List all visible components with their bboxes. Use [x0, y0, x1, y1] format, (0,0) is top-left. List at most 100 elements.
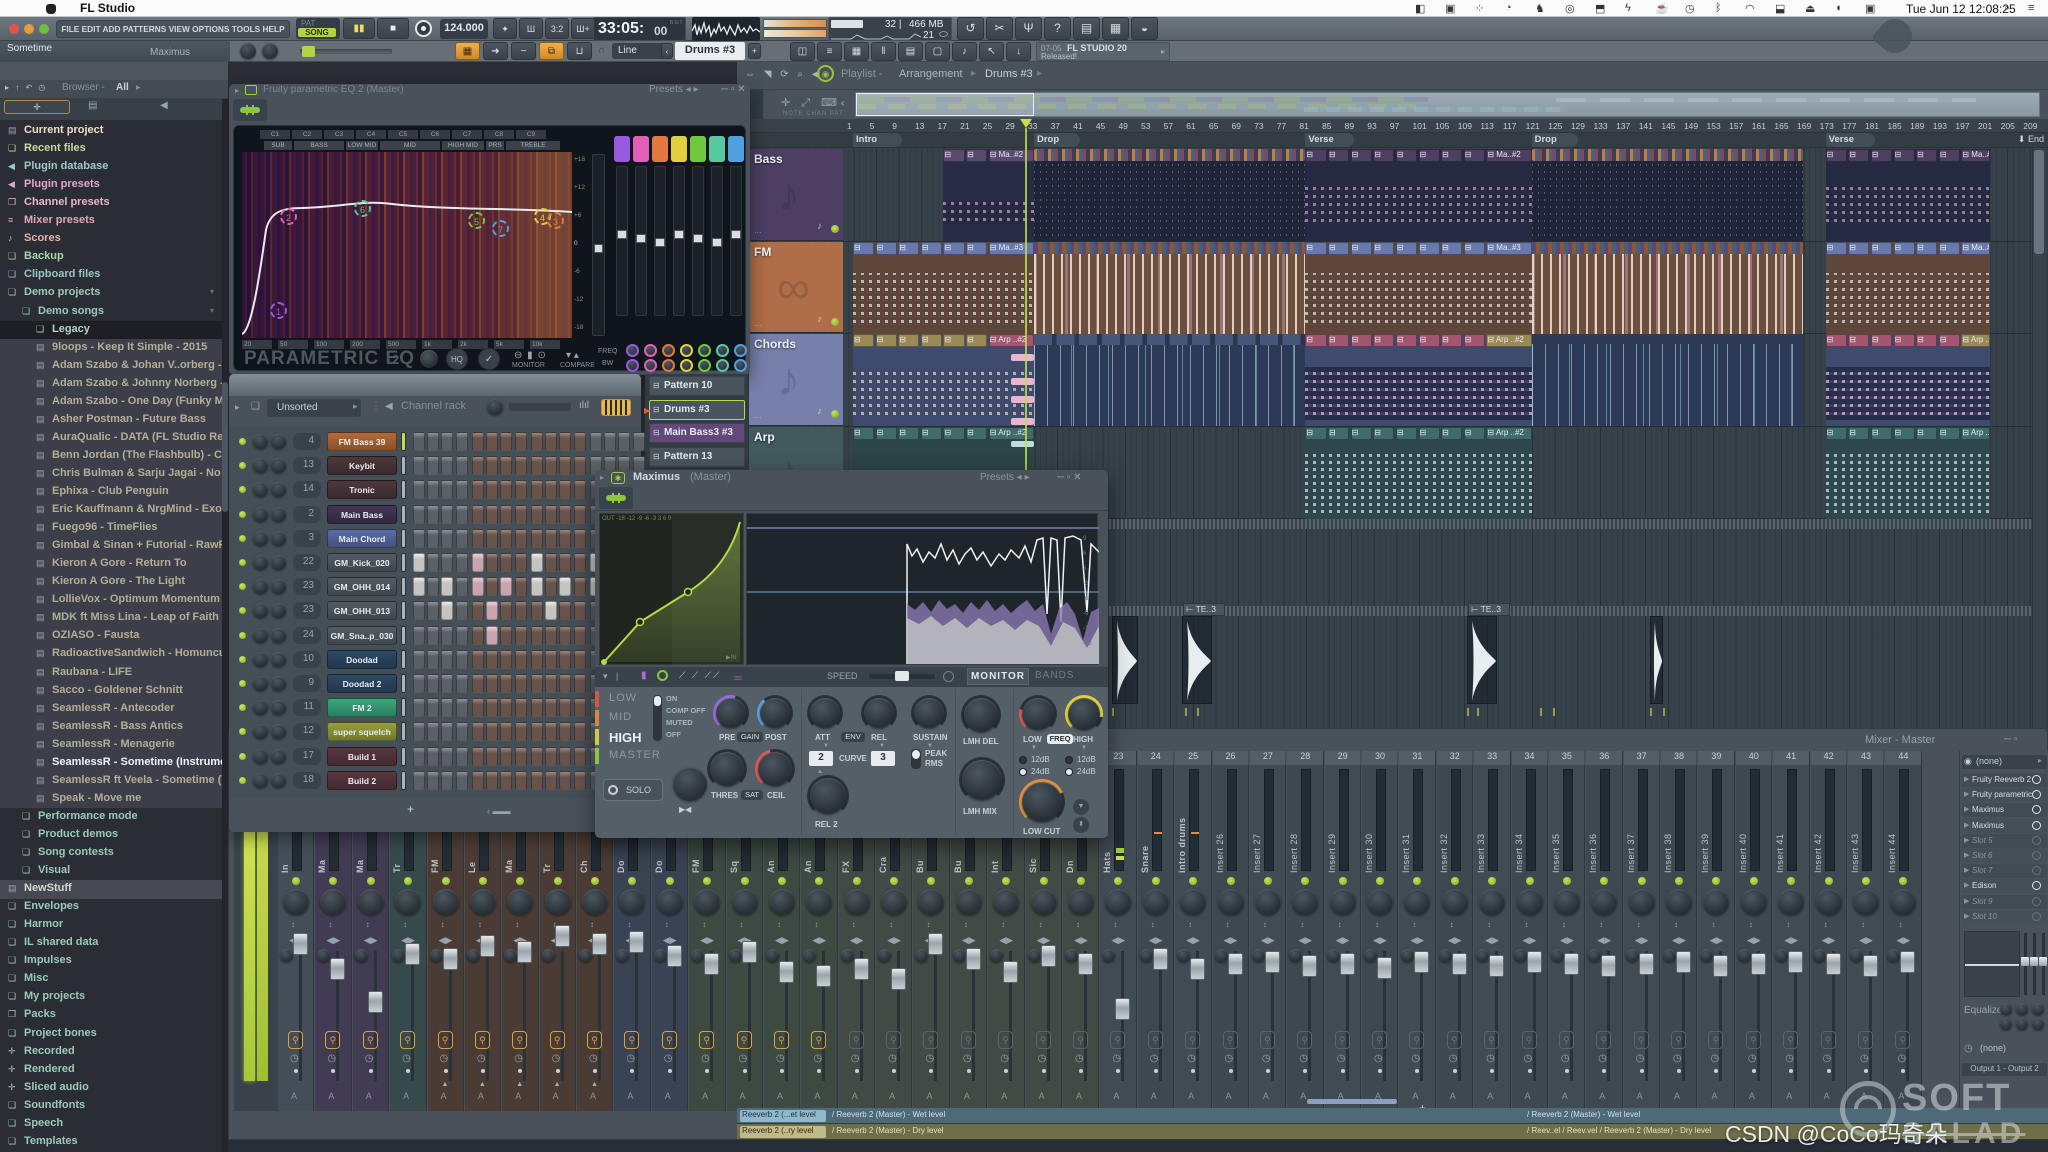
mixer-strip-stereo-knob[interactable] — [1027, 949, 1041, 962]
channel-number[interactable]: 2 — [293, 505, 321, 523]
eq-freq-knob-7[interactable] — [734, 344, 747, 357]
audio-clip[interactable]: ⊢ TE..3 — [1182, 603, 1225, 704]
clip-header[interactable]: ⊟ — [1350, 334, 1372, 347]
channel-pan-knob[interactable] — [253, 651, 268, 667]
mixer-strip-clock-icon[interactable]: ◷ — [813, 1053, 822, 1064]
mixer-strip-stereo-knob[interactable] — [1849, 949, 1863, 962]
mixer-strip-stereo-knob[interactable] — [392, 949, 406, 962]
browser-item[interactable]: ❏ Speech — [0, 1115, 222, 1134]
maximus-low-12db[interactable]: 12dB — [1019, 755, 1063, 766]
mixer-strip-fader-handle[interactable] — [554, 925, 570, 947]
mixer-strip-pan-icon[interactable]: ◀▶ — [1298, 935, 1312, 946]
clip-header[interactable]: ⊟ — [1305, 241, 1327, 255]
browser-item[interactable]: ❏ Soundfonts — [0, 1097, 222, 1116]
mixer-strip-pan-icon[interactable]: ◀▶ — [1448, 935, 1462, 946]
channel-pan-knob[interactable] — [253, 506, 268, 522]
clip-header[interactable]: ⊟ — [1305, 149, 1327, 162]
eq-band-slider-handle[interactable] — [636, 234, 646, 243]
toolbar-icon-b3[interactable]: ? — [1044, 17, 1071, 40]
step-cell[interactable] — [455, 456, 468, 476]
browser-item[interactable]: ▤ Ephixa - Club Penguin — [0, 483, 222, 502]
mixer-strip-volume-knob[interactable] — [1628, 889, 1655, 915]
step-cell[interactable] — [441, 577, 454, 597]
traffic-light-close[interactable] — [9, 24, 19, 34]
maximus-window-buttons[interactable]: ─ ▫ ✕ — [1057, 472, 1082, 483]
mixer-strip-fader-track[interactable] — [971, 951, 975, 1081]
channel-pan-knob[interactable] — [253, 482, 268, 498]
channel-vol-knob[interactable] — [271, 748, 286, 764]
mixer-strip-clock-icon[interactable]: ◷ — [1411, 1053, 1420, 1064]
mixer-strip-updown-icon[interactable]: ↕ — [1001, 921, 1005, 929]
mixer-strip-stereo-knob[interactable] — [878, 949, 892, 962]
fx-eq-knob-1[interactable] — [2016, 1003, 2028, 1015]
mixer-strip-pan-icon[interactable]: ◀▶ — [1373, 935, 1387, 946]
step-cell[interactable] — [427, 698, 440, 718]
mixer-strip-fader-handle[interactable] — [1414, 951, 1430, 973]
mixer-strip-led[interactable] — [1861, 877, 1870, 885]
eq-band-cap-3[interactable] — [652, 136, 668, 162]
mixer-strip-led[interactable] — [1189, 877, 1198, 885]
mixer-strip-updown-icon[interactable]: ↕ — [814, 921, 818, 929]
mixer-strip-fader-handle[interactable] — [592, 933, 608, 955]
rack-collapse-icon[interactable]: ▸ — [235, 402, 240, 413]
clip-header[interactable]: ⊟ — [1418, 426, 1440, 440]
step-cell[interactable] — [573, 649, 586, 669]
mixer-strip-volume-knob[interactable] — [1217, 889, 1244, 915]
mixer-strip-fader-handle[interactable] — [629, 931, 645, 953]
mixer-strip-updown-icon[interactable]: ↕ — [702, 921, 706, 929]
clip-header[interactable]: ⊟ — [1893, 149, 1915, 162]
channel-led[interactable] — [239, 728, 246, 736]
clip-header[interactable]: ⊟ — [920, 426, 942, 440]
mixer-strip-stereo-knob[interactable] — [1177, 949, 1191, 962]
browser-item[interactable]: ❏ My projects — [0, 988, 222, 1007]
channel-selector[interactable] — [401, 625, 406, 645]
pattern-add-button[interactable]: + — [748, 43, 761, 59]
mixer-strip-pan-icon[interactable]: ◀▶ — [1074, 935, 1088, 946]
mixer-strip-pan-icon[interactable]: ◀▶ — [1822, 935, 1836, 946]
step-cell[interactable] — [472, 456, 484, 476]
channel-led[interactable] — [239, 534, 246, 542]
toolbar2-icon-4[interactable]: ⊔ — [567, 42, 592, 60]
mixer-strip-clock-icon[interactable]: ◷ — [739, 1053, 748, 1064]
mixer-strip[interactable]: 27 Insert 27 ↕ ◀▶ ⚲ ◷ A — [1249, 751, 1287, 1111]
mixer-strip-led[interactable] — [1899, 877, 1908, 885]
fx-slot-knob[interactable] — [2032, 896, 2041, 906]
channel-pan-knob[interactable] — [253, 676, 268, 691]
step-cell[interactable] — [514, 601, 527, 621]
mixer-strip-name[interactable]: Insert 31 — [1401, 767, 1411, 873]
rack-channel-row[interactable]: 4 FM Bass 39 — [229, 430, 645, 453]
browser-item[interactable]: ❏ Misc — [0, 970, 222, 989]
toolbar-icon-a3[interactable]: Ш+ — [571, 18, 595, 39]
mixer-strip-fader-track[interactable] — [934, 951, 938, 1081]
fx-eq-slider-handle[interactable] — [2021, 957, 2029, 966]
mixer-strip-name[interactable]: Snare — [1140, 767, 1150, 873]
eq-freq-knob-5[interactable] — [698, 344, 711, 357]
playlist-crumb1[interactable]: Arrangement — [899, 68, 963, 80]
eq-presets-label[interactable]: Presets ◂ ▸ — [649, 84, 699, 95]
step-cell[interactable] — [472, 698, 484, 718]
tray-icon-5[interactable]: ◎ — [1565, 2, 1575, 15]
step-cell[interactable] — [427, 649, 440, 669]
clip-header[interactable]: ⊟ — [898, 334, 920, 347]
clip-header[interactable]: ⊟ — [1373, 426, 1395, 440]
channel-led[interactable] — [239, 704, 246, 712]
step-cell[interactable] — [531, 504, 543, 524]
clip-header[interactable]: ⊟ — [853, 426, 875, 440]
maximus-speed-handle[interactable] — [895, 671, 909, 681]
clip-header[interactable]: ⊟ — [1463, 426, 1485, 440]
mixer-strip-clock-icon[interactable]: ◷ — [1225, 1053, 1234, 1064]
browser-item[interactable]: ▤RadioactiveSandwich - Homunculus — [0, 645, 222, 664]
clip-header[interactable]: ⊟ — [966, 334, 988, 347]
mixer-window-buttons[interactable]: ─ ▫ — [2004, 734, 2017, 745]
step-cell[interactable] — [500, 625, 513, 645]
mixer-strip[interactable]: 36 Insert 36 ↕ ◀▶ ⚲ ◷ A — [1586, 751, 1623, 1111]
step-cell[interactable] — [413, 432, 425, 451]
step-cell[interactable] — [455, 674, 468, 693]
mixer-strip-volume-knob[interactable] — [1067, 889, 1094, 915]
mixer-strip[interactable]: 42 Insert 42 ↕ ◀▶ ⚲ ◷ A — [1810, 751, 1847, 1111]
step-cell[interactable] — [545, 770, 558, 790]
channel-number[interactable]: 24 — [293, 626, 321, 644]
toolbar-icon-b4[interactable]: ▤ — [1073, 17, 1100, 40]
mixer-strip-fx-button[interactable]: ⚲ — [549, 1031, 565, 1049]
mixer-strip-fader-handle[interactable] — [1862, 955, 1878, 977]
